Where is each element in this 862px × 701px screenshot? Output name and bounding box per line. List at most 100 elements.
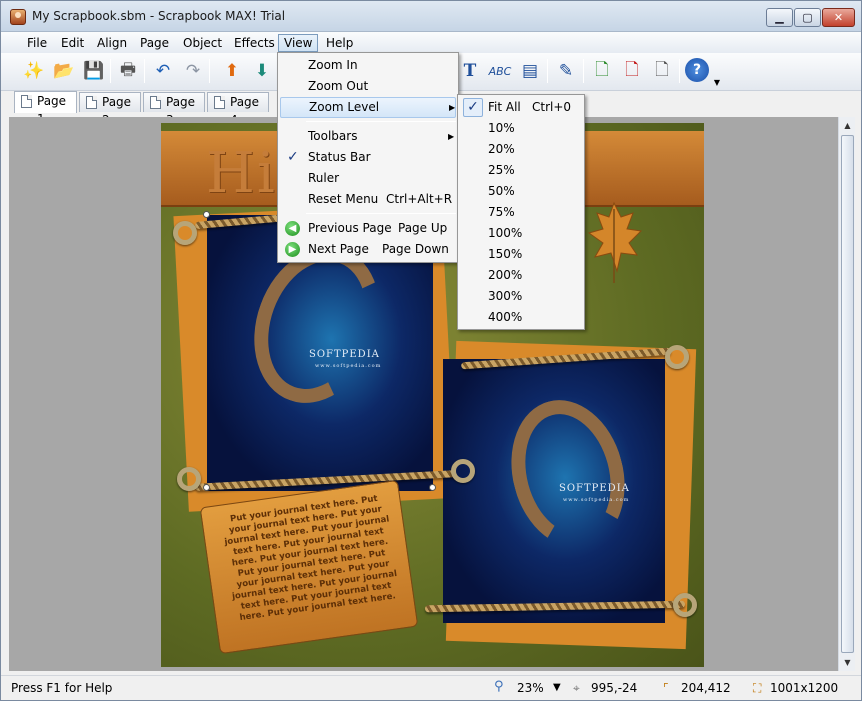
delete-page-icon[interactable]: 🗋	[619, 58, 645, 84]
help-icon[interactable]: ?	[685, 58, 709, 82]
zoom-75[interactable]: 75%	[460, 202, 515, 223]
zoom-fit-all[interactable]: ✓ Fit All Ctrl+0	[460, 97, 582, 118]
page-icon	[21, 95, 32, 108]
journal-icon[interactable]: ▤	[517, 58, 543, 84]
menu-file[interactable]: File	[22, 34, 52, 52]
zoom-10[interactable]: 10%	[460, 118, 515, 139]
watermark-url: www.softpedia.com	[563, 497, 630, 503]
menu-bar: File Edit Align Page Object Effects View…	[1, 32, 861, 53]
menu-object[interactable]: Object	[178, 34, 227, 52]
menu-edit[interactable]: Edit	[56, 34, 89, 52]
minimize-icon: ▁	[775, 11, 784, 24]
journal-text[interactable]: Put your journal text here. Put your jou…	[220, 493, 402, 625]
selection-handle[interactable]	[203, 211, 210, 218]
view-zoom-in[interactable]: Zoom In	[280, 55, 456, 76]
autumn-leaf-sticker[interactable]	[585, 201, 643, 285]
close-icon: ✕	[833, 11, 844, 24]
ring-decoration	[173, 221, 197, 245]
status-bar: Press F1 for Help ⚲ 23% ▼ ⌖ 995,-24 ⌜ 20…	[1, 675, 861, 700]
submenu-arrow-icon: ▶	[449, 103, 456, 112]
toolbar-separator	[583, 59, 584, 83]
vertical-scrollbar[interactable]: ▲ ▼	[838, 117, 855, 671]
menu-align[interactable]: Align	[92, 34, 132, 52]
menu-separator	[306, 213, 456, 214]
send-backward-icon[interactable]: ⬇	[249, 58, 275, 84]
ring-decoration	[177, 467, 201, 491]
view-next-page[interactable]: ▶ Next Page Page Down	[280, 239, 456, 260]
zoom-300[interactable]: 300%	[460, 286, 522, 307]
position-icon: ⌜	[663, 681, 669, 695]
close-button[interactable]: ✕	[822, 8, 855, 27]
ring-decoration	[673, 593, 697, 617]
title-bar[interactable]: My Scrapbook.sbm - Scrapbook MAX! Trial …	[1, 1, 861, 32]
view-ruler[interactable]: Ruler	[280, 168, 456, 189]
zoom-100[interactable]: 100%	[460, 223, 522, 244]
zoom-25[interactable]: 25%	[460, 160, 515, 181]
add-page-icon[interactable]: 🗋	[589, 58, 615, 84]
previous-page-icon: ◀	[285, 221, 300, 236]
spell-check-icon[interactable]: ABC	[487, 58, 513, 84]
ring-decoration	[665, 345, 689, 369]
selection-handle[interactable]	[203, 484, 210, 491]
page-icon	[150, 96, 161, 109]
view-zoom-out[interactable]: Zoom Out	[280, 76, 456, 97]
menu-page[interactable]: Page	[135, 34, 174, 52]
zoom-dropdown-icon[interactable]: ▼	[553, 682, 561, 693]
eyedropper-icon[interactable]: ✎	[553, 58, 579, 84]
menu-separator	[306, 121, 456, 122]
text-tool-icon[interactable]: T	[457, 58, 483, 84]
app-icon[interactable]	[10, 9, 26, 25]
toolbar-separator	[209, 59, 210, 83]
watermark-text: SOFTPEDIA	[559, 483, 630, 494]
minimize-button[interactable]: ▁	[766, 8, 793, 27]
scroll-up-icon[interactable]: ▲	[839, 117, 856, 134]
photo-right[interactable]: SOFTPEDIA www.softpedia.com	[443, 359, 665, 623]
selection-handle[interactable]	[429, 484, 436, 491]
open-folder-icon[interactable]: 📂	[51, 58, 77, 84]
save-icon[interactable]: 💾	[81, 58, 107, 84]
page-icon	[214, 96, 225, 109]
menu-effects[interactable]: Effects	[229, 34, 280, 52]
watermark-url: www.softpedia.com	[315, 363, 382, 369]
page-icon	[86, 96, 97, 109]
island-image	[495, 387, 641, 561]
scroll-thumb[interactable]	[841, 135, 854, 653]
status-size: 1001x1200	[770, 681, 839, 695]
bring-forward-icon[interactable]: ⬆	[219, 58, 245, 84]
view-zoom-level[interactable]: Zoom Level ▶	[280, 97, 456, 118]
zoom-icon: ⚲	[494, 679, 504, 694]
zoom-400[interactable]: 400%	[460, 307, 522, 328]
view-status-bar[interactable]: ✓ Status Bar	[280, 147, 456, 168]
wizard-icon[interactable]: ✨	[21, 58, 47, 84]
status-position: 204,412	[681, 681, 731, 695]
journal-tag[interactable]: Put your journal text here. Put your jou…	[199, 479, 419, 655]
menu-help[interactable]: Help	[321, 34, 358, 52]
zoom-200[interactable]: 200%	[460, 265, 522, 286]
window-title: My Scrapbook.sbm - Scrapbook MAX! Trial	[32, 9, 286, 23]
page-properties-icon[interactable]: 🗋	[649, 58, 675, 84]
menu-view[interactable]: View	[278, 34, 319, 52]
tab-page-3[interactable]: Page 3	[143, 92, 205, 127]
zoom-level-submenu: ✓ Fit All Ctrl+0 10% 20% 25% 50% 75% 100% …	[457, 94, 585, 330]
maximize-icon: ▢	[802, 11, 813, 24]
redo-icon[interactable]: ↷	[180, 58, 206, 84]
view-toolbars[interactable]: Toolbars ▶	[280, 126, 456, 147]
print-icon[interactable]: 🖶	[115, 58, 141, 84]
view-previous-page[interactable]: ◀ Previous Page Page Up	[280, 218, 456, 239]
watermark-text: SOFTPEDIA	[309, 349, 380, 360]
tab-page-4[interactable]: Page 4	[207, 92, 269, 127]
maximize-button[interactable]: ▢	[794, 8, 821, 27]
tab-page-2[interactable]: Page 2	[79, 92, 141, 127]
undo-icon[interactable]: ↶	[150, 58, 176, 84]
scroll-down-icon[interactable]: ▼	[839, 654, 856, 671]
zoom-20[interactable]: 20%	[460, 139, 515, 160]
view-reset-menu[interactable]: Reset Menu Ctrl+Alt+R	[280, 189, 456, 210]
zoom-150[interactable]: 150%	[460, 244, 522, 265]
checkmark-icon: ✓	[463, 98, 483, 117]
view-menu-dropdown: Zoom In Zoom Out Zoom Level ▶ Toolbars ▶ ✓…	[277, 52, 459, 263]
toolbar-separator	[144, 59, 145, 83]
tab-page-1[interactable]: Page 1	[14, 91, 77, 126]
toolbar-separator	[547, 59, 548, 83]
zoom-50[interactable]: 50%	[460, 181, 515, 202]
cursor-icon: ⌖	[573, 681, 580, 695]
